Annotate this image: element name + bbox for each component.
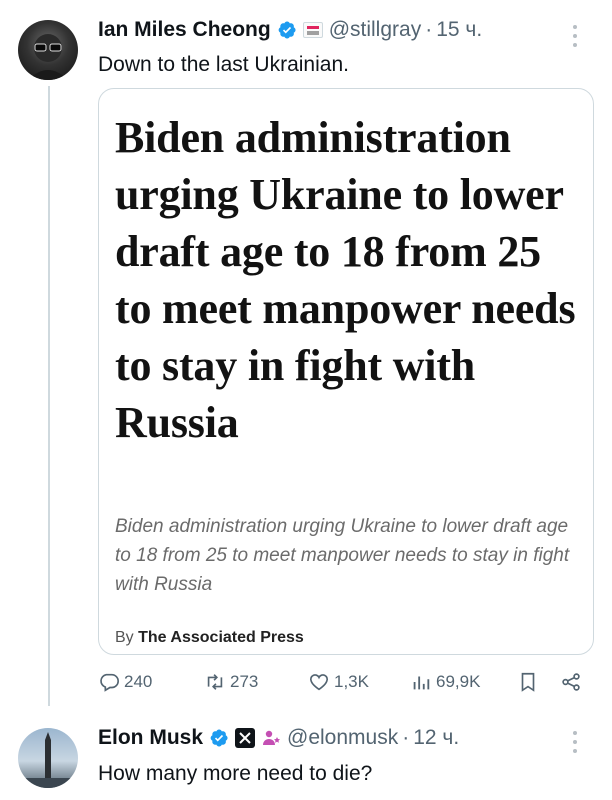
card-headline: Biden administration urging Ukraine to l… [115,113,576,447]
verified-badge-icon[interactable] [209,728,229,748]
author-handle[interactable]: @stillgray [329,18,422,42]
share-button[interactable] [560,671,586,693]
separator: · [425,18,433,41]
timestamp[interactable]: 15 ч. [436,18,482,42]
affiliation-people-icon[interactable] [261,728,281,748]
byline-prefix: By [115,629,134,646]
link-card[interactable]: Biden administration urging Ukraine to l… [98,88,594,655]
bookmark-button[interactable] [517,671,543,693]
like-button[interactable]: 1,3K [308,671,369,693]
heart-icon [309,674,329,691]
tweet-text: Down to the last Ukrainian. [98,53,349,76]
tweet-header: Elon Musk @elonmusk · 12 ч. [98,726,459,750]
repost-icon [207,674,223,690]
author-name[interactable]: Elon Musk [98,726,203,750]
card-byline: By The Associated Press [115,629,304,647]
author-name[interactable]: Ian Miles Cheong [98,18,271,42]
tweet-header: Ian Miles Cheong @stillgray · 15 ч. [98,18,482,42]
verified-badge-icon[interactable] [277,20,297,40]
byline-source: The Associated Press [138,629,304,646]
reply-button[interactable]: 240 [98,671,152,693]
share-icon [562,673,580,691]
affiliation-badge-icon[interactable] [302,22,323,38]
views-count: 69,9K [436,672,481,691]
separator: · [402,726,410,749]
x-logo-icon[interactable] [235,728,256,748]
author-handle[interactable]: @elonmusk [287,726,398,750]
repost-count: 273 [230,672,259,691]
tweet-text: How many more need to die? [98,762,373,785]
action-bar: 240 273 1,3K 69,9K [98,671,598,699]
views-icon [413,676,430,690]
avatar[interactable] [18,728,78,788]
thread-line [48,86,50,706]
reply-count: 240 [124,672,153,691]
more-icon[interactable] [572,731,578,753]
repost-button[interactable]: 273 [204,671,258,693]
bookmark-icon [521,672,535,692]
views-button[interactable]: 69,9K [410,671,480,693]
reply-icon [100,673,119,692]
like-count: 1,3K [334,672,369,691]
timestamp[interactable]: 12 ч. [413,726,459,750]
more-icon[interactable] [572,25,578,47]
card-description: Biden administration urging Ukraine to l… [115,516,570,595]
avatar[interactable] [18,20,78,80]
